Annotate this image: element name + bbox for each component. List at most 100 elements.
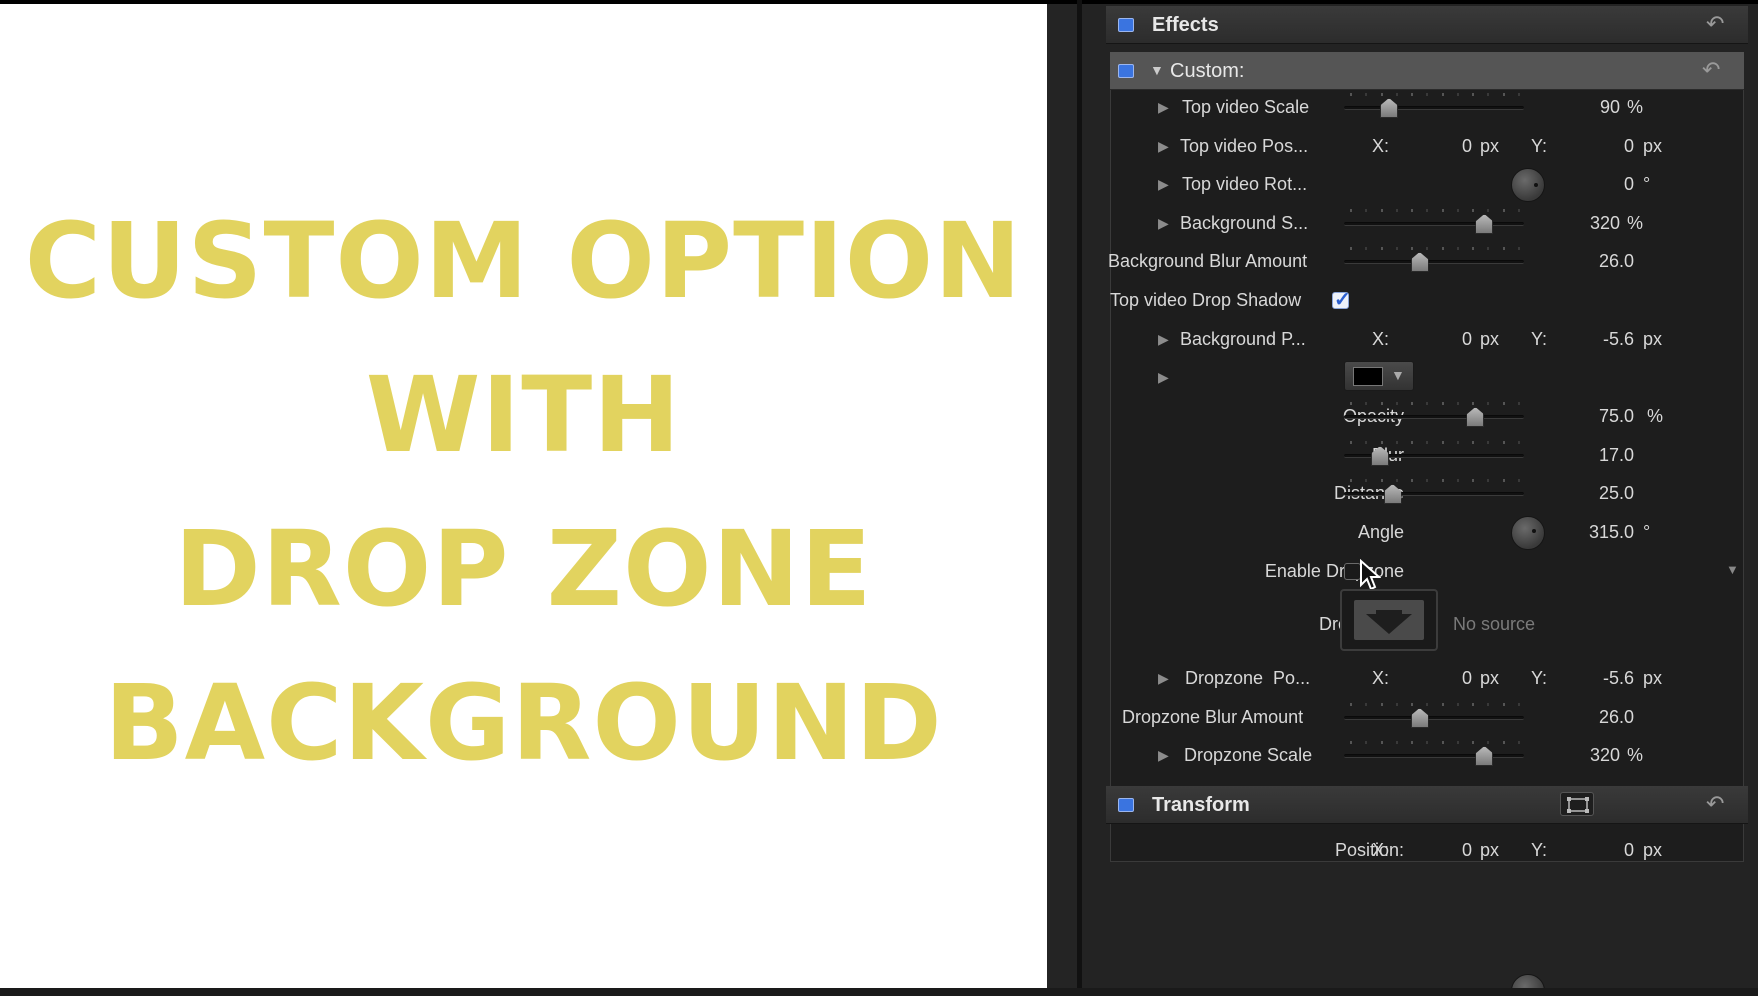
custom-enable-checkbox[interactable] <box>1118 64 1134 78</box>
x-value[interactable]: 0 <box>1402 136 1472 157</box>
param-label: Dropzone Po... <box>1185 668 1311 688</box>
y-value[interactable]: -5.6 <box>1562 668 1634 689</box>
slider-tick <box>1441 402 1444 405</box>
slider-tick <box>1380 209 1383 212</box>
custom-title: Custom: <box>1170 60 1245 82</box>
y-value[interactable]: -5.6 <box>1562 329 1634 350</box>
slider-tick <box>1456 247 1459 250</box>
y-label: Y: <box>1531 840 1548 860</box>
slider-track[interactable] <box>1344 716 1524 720</box>
slider-track[interactable] <box>1344 754 1524 758</box>
expand-triangle-icon[interactable]: ▶ <box>1158 138 1169 155</box>
expand-triangle-icon[interactable]: ▶ <box>1158 747 1169 764</box>
y-value[interactable]: 0 <box>1562 136 1634 157</box>
slider-tick <box>1472 703 1475 706</box>
slider-knob[interactable] <box>1410 252 1429 272</box>
bottom-bar <box>0 988 1758 996</box>
slider-tick <box>1411 209 1414 212</box>
slider-tick <box>1395 247 1398 250</box>
param-row-enable-dropzone: Enable Dropzone <box>1082 557 1758 587</box>
slider-track[interactable] <box>1344 260 1524 264</box>
slider-tick <box>1456 479 1459 482</box>
slider-knob[interactable] <box>1380 98 1398 118</box>
angle-dial[interactable] <box>1511 516 1545 550</box>
slider-tick <box>1426 479 1429 482</box>
slider-knob[interactable] <box>1410 708 1429 728</box>
effects-title: Effects <box>1152 14 1219 36</box>
expand-triangle-icon[interactable]: ▶ <box>1158 176 1169 193</box>
custom-reset-icon[interactable]: ↶ <box>1702 57 1720 83</box>
param-value[interactable]: 0 <box>1552 174 1634 195</box>
param-value[interactable]: 75.0 <box>1552 406 1634 427</box>
slider-ticks <box>1344 402 1524 405</box>
param-unit: ° <box>1643 174 1651 194</box>
param-value[interactable]: 320 <box>1532 213 1620 234</box>
slider-track[interactable] <box>1344 415 1524 419</box>
x-value[interactable]: 0 <box>1402 840 1472 861</box>
expand-triangle-icon[interactable]: ▶ <box>1158 670 1169 687</box>
y-value[interactable]: 0 <box>1562 840 1634 861</box>
rotation-dial[interactable] <box>1511 168 1545 202</box>
slider-knob[interactable] <box>1466 407 1485 427</box>
transform-title: Transform <box>1152 794 1250 816</box>
slider-tick <box>1365 209 1368 212</box>
slider-track[interactable] <box>1344 222 1524 226</box>
param-row-blur: Blur 17.0 <box>1082 441 1758 471</box>
slider-tick <box>1472 402 1475 405</box>
param-value[interactable]: 26.0 <box>1552 251 1634 272</box>
slider-track[interactable] <box>1344 492 1524 496</box>
expand-triangle-icon[interactable]: ▶ <box>1158 99 1169 116</box>
slider-tick <box>1487 209 1490 212</box>
expand-triangle-icon[interactable]: ▶ <box>1158 369 1169 386</box>
effects-reset-icon[interactable]: ↶ <box>1706 11 1724 37</box>
slider-knob[interactable] <box>1475 746 1494 766</box>
drop-zone-well[interactable] <box>1340 589 1438 651</box>
drop-shadow-checkbox[interactable]: ✓ <box>1332 289 1351 311</box>
expand-triangle-icon[interactable]: ▶ <box>1158 215 1169 232</box>
slider-tick <box>1502 741 1505 744</box>
param-value[interactable]: 90 <box>1532 97 1620 118</box>
transform-enable-checkbox[interactable] <box>1118 798 1134 812</box>
effects-enable-checkbox[interactable] <box>1118 18 1134 32</box>
param-value[interactable]: 320 <box>1532 745 1620 766</box>
slider-track[interactable] <box>1344 106 1524 110</box>
color-well[interactable]: ▼ <box>1344 361 1414 391</box>
param-row-top-video-rot: ▶ Top video Rot... 0 ° <box>1082 168 1758 202</box>
rotation-dial-partial[interactable] <box>1511 974 1545 988</box>
transform-handles-icon <box>1567 797 1589 813</box>
slider-tick <box>1472 479 1475 482</box>
slider-tick <box>1518 479 1520 482</box>
slider-tick <box>1502 402 1505 405</box>
x-value[interactable]: 0 <box>1402 329 1472 350</box>
param-value[interactable]: 25.0 <box>1552 483 1634 504</box>
scroll-down-icon[interactable]: ▼ <box>1726 562 1739 577</box>
slider-knob[interactable] <box>1475 214 1494 234</box>
chevron-down-icon[interactable]: ▼ <box>1391 367 1405 383</box>
transform-header[interactable]: Transform ↶ <box>1106 786 1748 824</box>
effects-header[interactable]: Effects ↶ <box>1106 6 1748 44</box>
slider-tick <box>1502 703 1505 706</box>
expand-triangle-icon[interactable]: ▶ <box>1158 331 1169 348</box>
y-unit: px <box>1643 136 1663 156</box>
checkmark-icon: ✓ <box>1334 289 1351 311</box>
slider-tick <box>1456 402 1459 405</box>
x-value[interactable]: 0 <box>1402 668 1472 689</box>
custom-disclosure-icon[interactable]: ▼ <box>1150 62 1164 78</box>
slider-tick <box>1350 402 1352 405</box>
slider-tick <box>1472 209 1475 212</box>
slider-tick <box>1426 703 1429 706</box>
custom-header[interactable]: ▼ Custom: ↶ <box>1110 52 1744 90</box>
slider-tick <box>1365 247 1368 250</box>
slider-tick <box>1411 402 1414 405</box>
param-value[interactable]: 26.0 <box>1552 707 1634 728</box>
y-unit: px <box>1643 329 1663 349</box>
slider-tick <box>1365 93 1368 96</box>
y-label: Y: <box>1531 136 1548 156</box>
transform-reset-icon[interactable]: ↶ <box>1706 791 1724 817</box>
slider-tick <box>1487 93 1490 96</box>
param-value[interactable]: 315.0 <box>1552 522 1634 543</box>
param-value[interactable]: 17.0 <box>1552 445 1634 466</box>
transform-onscreen-control-button[interactable] <box>1560 792 1594 816</box>
param-label: Position: <box>1334 840 1404 860</box>
slider-tick <box>1441 247 1444 250</box>
